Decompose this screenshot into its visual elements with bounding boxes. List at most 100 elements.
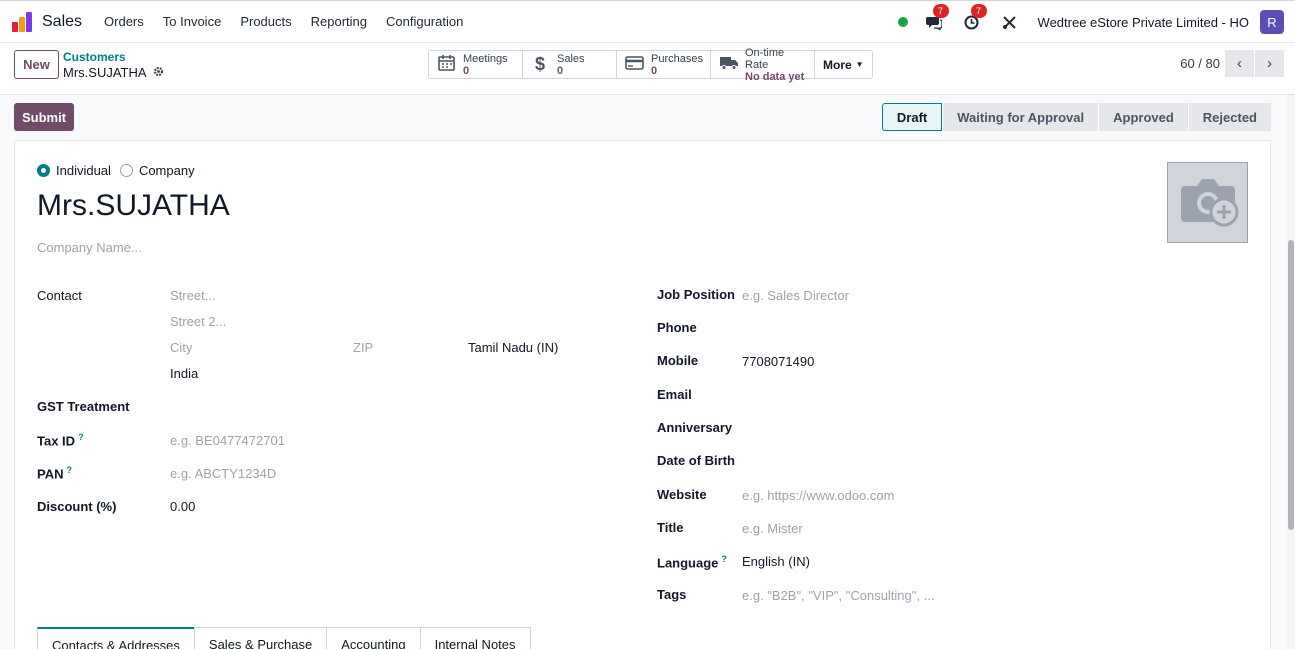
company-name-input[interactable]: Company Name... xyxy=(37,240,142,255)
email-label: Email xyxy=(657,387,692,402)
activity-badge: 7 xyxy=(970,4,987,18)
pager-previous-button[interactable]: ‹ xyxy=(1225,50,1254,77)
purchases-label: Purchases xyxy=(651,52,703,65)
partner-name-field[interactable]: Mrs.SUJATHA xyxy=(37,189,230,223)
control-panel: New Customers Mrs.SUJATHA Meetings 0 $ Sa… xyxy=(0,43,1295,95)
date-of-birth-label: Date of Birth xyxy=(657,453,735,468)
credit-card-icon xyxy=(625,55,644,75)
stage-draft[interactable]: Draft xyxy=(881,103,943,131)
purchases-smart-button[interactable]: Purchases 0 xyxy=(617,51,711,78)
ontime-rate-value: No data yet xyxy=(745,70,805,83)
country-select[interactable]: India xyxy=(170,366,198,381)
pager-next-button[interactable]: › xyxy=(1255,50,1284,77)
form-sheet: Individual Company Mrs.SUJATHA Company N… xyxy=(14,140,1271,649)
city-input[interactable]: City xyxy=(170,340,192,355)
stage-rejected[interactable]: Rejected xyxy=(1187,103,1271,131)
stage-waiting-for-approval[interactable]: Waiting for Approval xyxy=(942,103,1099,131)
individual-radio[interactable] xyxy=(37,164,50,177)
ontime-rate-label: On-time Rate xyxy=(745,46,785,71)
truck-icon xyxy=(719,55,738,75)
job-position-input[interactable]: e.g. Sales Director xyxy=(742,288,849,303)
state-select[interactable]: Tamil Nadu (IN) xyxy=(468,340,558,355)
mobile-input[interactable]: 7708071490 xyxy=(742,354,814,369)
tab-accounting[interactable]: Accounting xyxy=(326,627,421,649)
activity-clock-icon[interactable]: 7 xyxy=(962,4,987,32)
chat-badge: 7 xyxy=(932,4,949,18)
company-radio[interactable] xyxy=(119,164,133,177)
sales-smart-button[interactable]: $ Sales 0 xyxy=(523,51,617,78)
company-switcher[interactable]: Wedtree eStore Private Limited - HO xyxy=(1038,15,1249,30)
menu-to-invoice[interactable]: To Invoice xyxy=(163,14,222,29)
anniversary-label: Anniversary xyxy=(657,420,733,435)
chat-icon[interactable]: 7 xyxy=(924,4,949,32)
meetings-label: Meetings xyxy=(463,52,508,65)
help-tooltip-icon[interactable]: ? xyxy=(78,432,84,442)
language-label: Language? xyxy=(657,554,727,570)
contact-label: Contact xyxy=(37,288,82,303)
status-bar: Draft Waiting for Approval Approved Reje… xyxy=(881,103,1271,131)
more-button[interactable]: More ▼ xyxy=(815,51,872,78)
mobile-label: Mobile xyxy=(657,353,699,368)
sales-app-icon[interactable] xyxy=(12,11,34,32)
help-tooltip-icon[interactable]: ? xyxy=(66,465,72,475)
menu-configuration[interactable]: Configuration xyxy=(386,14,463,29)
menu-orders[interactable]: Orders xyxy=(104,14,144,29)
debug-tools-icon[interactable] xyxy=(1000,12,1020,32)
tab-internal-notes[interactable]: Internal Notes xyxy=(419,627,531,649)
pan-label: PAN? xyxy=(37,465,72,481)
submit-button[interactable]: Submit xyxy=(14,103,74,131)
chevron-right-icon: › xyxy=(1267,55,1272,72)
more-label: More xyxy=(823,57,852,72)
company-label[interactable]: Company xyxy=(139,163,195,178)
meetings-smart-button[interactable]: Meetings 0 xyxy=(429,51,523,78)
website-input[interactable]: e.g. https://www.odoo.com xyxy=(742,488,894,503)
zip-input[interactable]: ZIP xyxy=(353,340,373,355)
help-tooltip-icon[interactable]: ? xyxy=(721,554,727,564)
sales-label: Sales xyxy=(557,52,585,65)
calendar-icon xyxy=(437,54,455,76)
ontime-rate-smart-button[interactable]: On-time Rate No data yet xyxy=(711,47,815,83)
caret-down-icon: ▼ xyxy=(855,60,864,69)
language-select[interactable]: English (IN) xyxy=(742,554,810,569)
notebook-tabs: Contacts & Addresses Sales & Purchase Ac… xyxy=(37,627,531,649)
tax-id-label-text: Tax ID xyxy=(37,433,76,449)
individual-label[interactable]: Individual xyxy=(56,163,111,178)
breadcrumb-customers[interactable]: Customers xyxy=(63,50,126,64)
discount-label: Discount (%) xyxy=(37,499,117,514)
page-scrollbar[interactable] xyxy=(1287,95,1295,649)
scrollbar-thumb[interactable] xyxy=(1288,240,1294,530)
record-name-text: Mrs.SUJATHA xyxy=(63,65,147,80)
discount-input[interactable]: 0.00 xyxy=(170,499,195,514)
tags-label: Tags xyxy=(657,587,687,602)
phone-label: Phone xyxy=(657,320,697,335)
stage-approved[interactable]: Approved xyxy=(1098,103,1188,131)
smart-buttons: Meetings 0 $ Sales 0 Purchases 0 On-time Ra… xyxy=(428,47,873,83)
meetings-count: 0 xyxy=(463,64,470,77)
title-input[interactable]: e.g. Mister xyxy=(742,521,803,536)
street2-input[interactable]: Street 2... xyxy=(170,314,226,329)
street-input[interactable]: Street... xyxy=(170,288,216,303)
chevron-left-icon: ‹ xyxy=(1237,55,1242,72)
company-type-selector: Individual Company xyxy=(37,163,195,178)
app-title[interactable]: Sales xyxy=(42,13,82,31)
menu-products[interactable]: Products xyxy=(240,14,291,29)
pager-value[interactable]: 60 / 80 xyxy=(1180,56,1220,71)
sales-count: 0 xyxy=(557,64,564,77)
avatar-upload[interactable] xyxy=(1167,162,1248,243)
title-label: Title xyxy=(657,520,684,535)
new-button[interactable]: New xyxy=(14,50,59,79)
gst-treatment-label: GST Treatment xyxy=(37,399,130,414)
tab-contacts-addresses[interactable]: Contacts & Addresses xyxy=(37,627,195,649)
tags-input[interactable]: e.g. "B2B", "VIP", "Consulting", ... xyxy=(742,588,934,603)
job-position-label: Job Position xyxy=(657,287,735,302)
tab-sales-purchase[interactable]: Sales & Purchase xyxy=(193,627,328,649)
tax-id-input[interactable]: e.g. BE0477472701 xyxy=(170,433,285,448)
purchases-count: 0 xyxy=(651,64,658,77)
record-title: Mrs.SUJATHA xyxy=(63,65,164,80)
language-label-text: Language xyxy=(657,555,719,571)
user-avatar[interactable]: R xyxy=(1260,10,1284,34)
pan-input[interactable]: e.g. ABCTY1234D xyxy=(170,466,276,481)
menu-reporting[interactable]: Reporting xyxy=(311,14,367,29)
gear-icon[interactable] xyxy=(153,66,164,80)
camera-plus-icon xyxy=(1177,174,1239,231)
